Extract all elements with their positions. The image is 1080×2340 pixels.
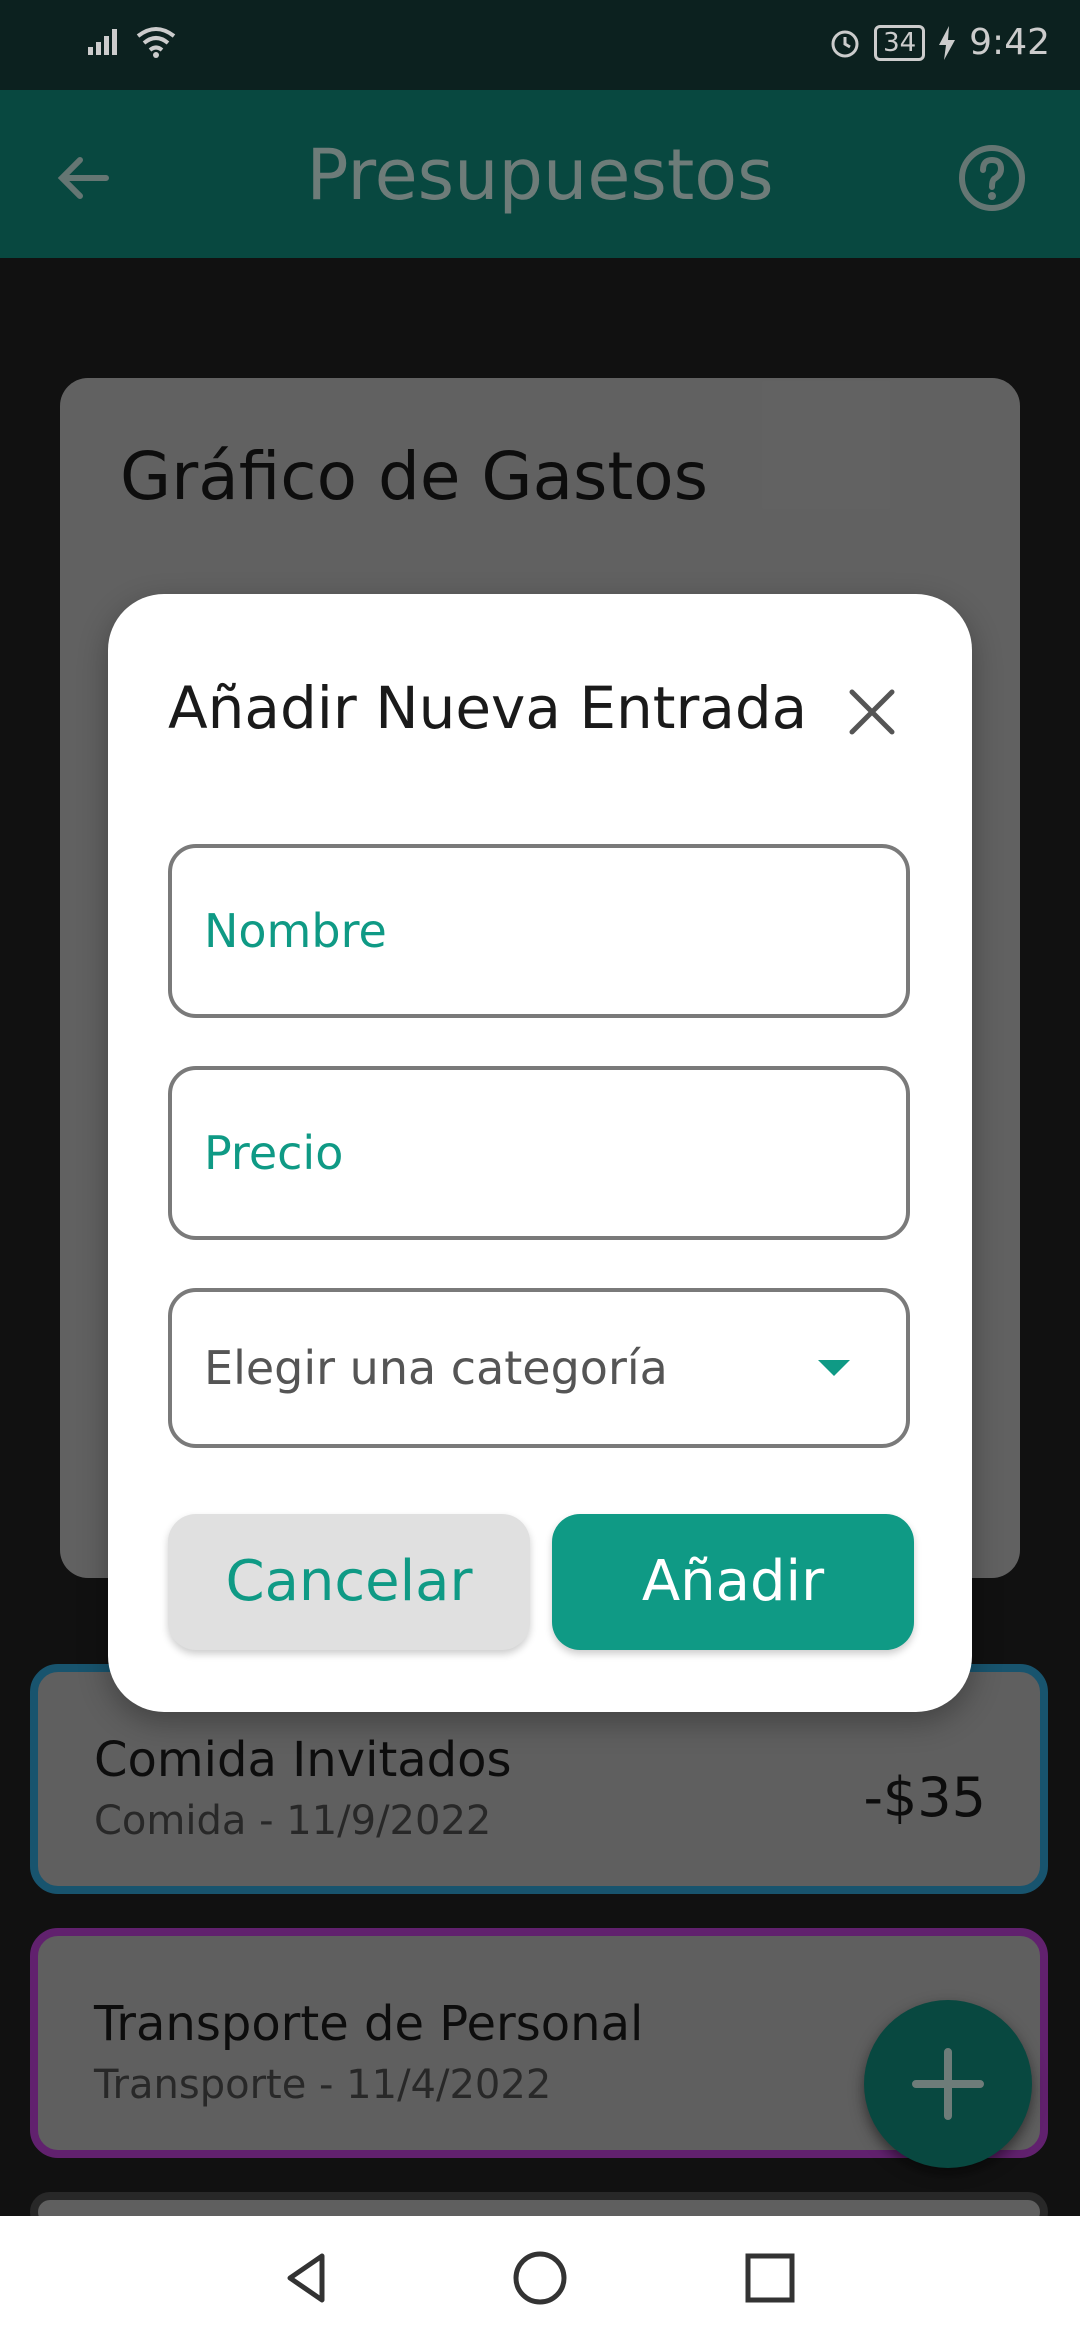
name-placeholder: Nombre [204, 904, 387, 958]
add-entry-dialog: Añadir Nueva Entrada Nombre Precio Elegi… [108, 594, 972, 1712]
dropdown-arrow-icon [818, 1360, 850, 1376]
close-icon[interactable] [844, 684, 900, 740]
category-select[interactable]: Elegir una categoría [168, 1288, 910, 1448]
price-placeholder: Precio [204, 1126, 344, 1180]
category-placeholder: Elegir una categoría [204, 1341, 668, 1395]
cancel-button[interactable]: Cancelar [168, 1514, 530, 1650]
nav-home-icon[interactable] [508, 2246, 572, 2310]
nav-back-icon[interactable] [276, 2246, 340, 2310]
system-nav-bar [0, 2216, 1080, 2340]
nav-recents-icon[interactable] [738, 2246, 802, 2310]
name-field[interactable]: Nombre [168, 844, 910, 1018]
price-field[interactable]: Precio [168, 1066, 910, 1240]
add-button[interactable]: Añadir [552, 1514, 914, 1650]
dialog-title: Añadir Nueva Entrada [168, 674, 808, 742]
